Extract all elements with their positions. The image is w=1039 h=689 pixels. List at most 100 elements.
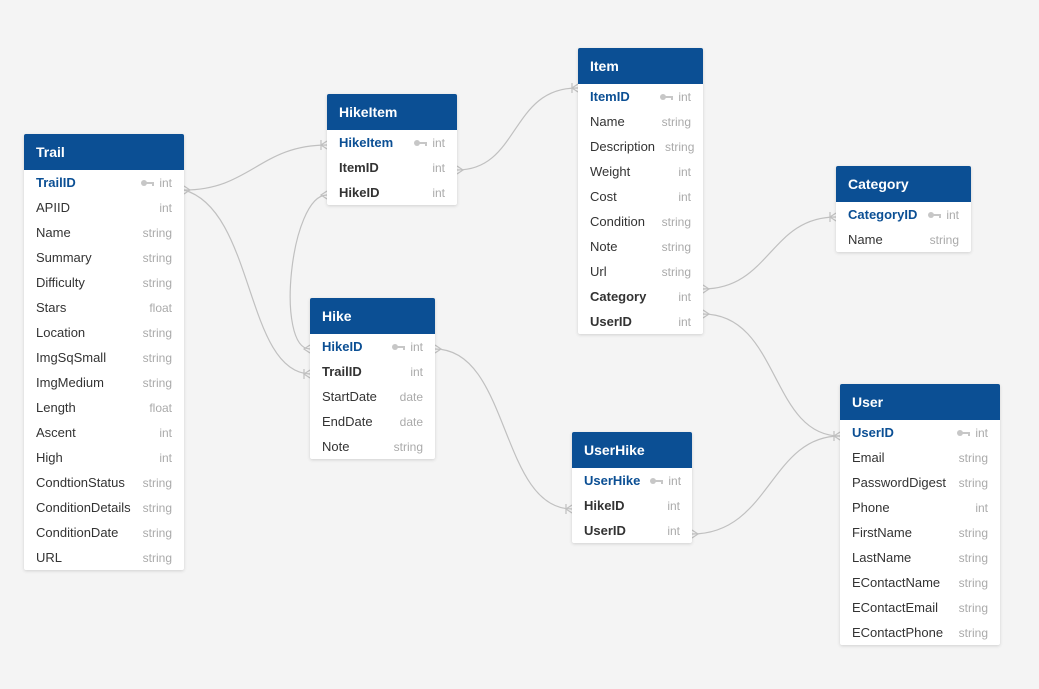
field-name: URL <box>36 550 62 565</box>
entity-category[interactable]: CategoryCategoryID intNamestring <box>836 166 971 252</box>
field-row[interactable]: Locationstring <box>24 320 184 345</box>
field-type: int <box>432 186 445 200</box>
field-row[interactable]: Summarystring <box>24 245 184 270</box>
field-name: Name <box>848 232 883 247</box>
field-row[interactable]: FirstNamestring <box>840 520 1000 545</box>
field-row[interactable]: Urlstring <box>578 259 703 284</box>
field-row[interactable]: Email string <box>840 445 1000 470</box>
field-name: EContactName <box>852 575 940 590</box>
field-name: ItemID <box>339 160 379 175</box>
field-row[interactable]: ImgSqSmallstring <box>24 345 184 370</box>
field-row[interactable]: Length float <box>24 395 184 420</box>
field-row[interactable]: Namestring <box>24 220 184 245</box>
field-row[interactable]: EndDatedate <box>310 409 435 434</box>
field-row[interactable]: UserIDint <box>578 309 703 334</box>
field-row[interactable]: HikeID int <box>310 334 435 359</box>
field-row[interactable]: Costint <box>578 184 703 209</box>
field-name: Length <box>36 400 76 415</box>
key-icon <box>414 138 428 148</box>
field-type: string <box>959 451 988 465</box>
field-name: Weight <box>590 164 630 179</box>
field-name: UserHike <box>584 473 640 488</box>
field-row[interactable]: TrailID int <box>24 170 184 195</box>
key-icon <box>392 342 406 352</box>
field-row[interactable]: UserIDint <box>572 518 692 543</box>
entity-header[interactable]: Item <box>578 48 703 84</box>
field-name: TrailID <box>322 364 362 379</box>
field-row[interactable]: Highint <box>24 445 184 470</box>
entity-hikeitem[interactable]: HikeItemHikeItem intItemIDintHikeIDint <box>327 94 457 205</box>
field-row[interactable]: Starsfloat <box>24 295 184 320</box>
entity-header[interactable]: HikeItem <box>327 94 457 130</box>
entity-item[interactable]: ItemItemID intNamestringDescriptionstrin… <box>578 48 703 334</box>
field-row[interactable]: StartDatedate <box>310 384 435 409</box>
field-row[interactable]: EContactEmailstring <box>840 595 1000 620</box>
field-row[interactable]: EContactPhonestring <box>840 620 1000 645</box>
field-type: string <box>959 601 988 615</box>
field-type: int <box>410 365 423 379</box>
field-row[interactable]: EContactNamestring <box>840 570 1000 595</box>
entity-header[interactable]: User <box>840 384 1000 420</box>
field-row[interactable]: UserHike int <box>572 468 692 493</box>
field-type: int <box>159 451 172 465</box>
field-row[interactable]: ItemID int <box>578 84 703 109</box>
field-row[interactable]: LastNamestring <box>840 545 1000 570</box>
field-row[interactable]: CategoryID int <box>836 202 971 227</box>
field-name: TrailID <box>36 175 76 190</box>
field-name: HikeItem <box>339 135 393 150</box>
field-name: Email <box>852 450 885 465</box>
field-row[interactable]: ConditionDatestring <box>24 520 184 545</box>
field-type: string <box>959 626 988 640</box>
field-type: string <box>143 526 172 540</box>
field-name: ImgMedium <box>36 375 104 390</box>
field-row[interactable]: Descriptionstring <box>578 134 703 159</box>
entity-hike[interactable]: HikeHikeID int TrailID int StartDatedateEnd… <box>310 298 435 459</box>
field-row[interactable]: Weightint <box>578 159 703 184</box>
field-type: string <box>662 240 691 254</box>
field-type: float <box>149 401 172 415</box>
field-row[interactable]: Ascentint <box>24 420 184 445</box>
field-row[interactable]: Difficultystring <box>24 270 184 295</box>
key-icon <box>928 210 942 220</box>
entity-userhike[interactable]: UserHikeUserHike intHikeIDintUserIDint <box>572 432 692 543</box>
field-row[interactable]: Phoneint <box>840 495 1000 520</box>
field-name: Description <box>590 139 655 154</box>
field-row[interactable]: Namestring <box>836 227 971 252</box>
field-row[interactable]: Categoryint <box>578 284 703 309</box>
field-row[interactable]: PasswordDigeststring <box>840 470 1000 495</box>
entity-header[interactable]: Trail <box>24 134 184 170</box>
field-type: int <box>678 290 691 304</box>
field-name: LastName <box>852 550 911 565</box>
field-type: int <box>957 426 988 440</box>
field-type: int <box>667 499 680 513</box>
field-row[interactable]: ConditionDetailsstring <box>24 495 184 520</box>
field-type: string <box>143 376 172 390</box>
field-row[interactable]: ImgMedium string <box>24 370 184 395</box>
field-name: ConditionDetails <box>36 500 131 515</box>
field-row[interactable]: TrailID int <box>310 359 435 384</box>
field-name: StartDate <box>322 389 377 404</box>
field-row[interactable]: URLstring <box>24 545 184 570</box>
field-row[interactable]: UserID int <box>840 420 1000 445</box>
entity-header[interactable]: UserHike <box>572 432 692 468</box>
entity-user[interactable]: UserUserID int Email string PasswordDigests… <box>840 384 1000 645</box>
field-row[interactable]: Namestring <box>578 109 703 134</box>
field-row[interactable]: Notestring <box>578 234 703 259</box>
field-row[interactable]: HikeIDint <box>327 180 457 205</box>
field-row[interactable]: Conditionstring <box>578 209 703 234</box>
field-row[interactable]: ItemIDint <box>327 155 457 180</box>
field-name: Condition <box>590 214 645 229</box>
field-type: int <box>660 90 691 104</box>
field-row[interactable]: APIIDint <box>24 195 184 220</box>
field-name: HikeID <box>322 339 362 354</box>
field-row[interactable]: Notestring <box>310 434 435 459</box>
entity-header[interactable]: Hike <box>310 298 435 334</box>
field-row[interactable]: HikeItem int <box>327 130 457 155</box>
field-name: FirstName <box>852 525 912 540</box>
field-row[interactable]: CondtionStatusstring <box>24 470 184 495</box>
entity-header[interactable]: Category <box>836 166 971 202</box>
field-name: CondtionStatus <box>36 475 125 490</box>
field-type: string <box>662 115 691 129</box>
field-row[interactable]: HikeIDint <box>572 493 692 518</box>
entity-trail[interactable]: TrailTrailID intAPIIDintNamestringSummar… <box>24 134 184 570</box>
